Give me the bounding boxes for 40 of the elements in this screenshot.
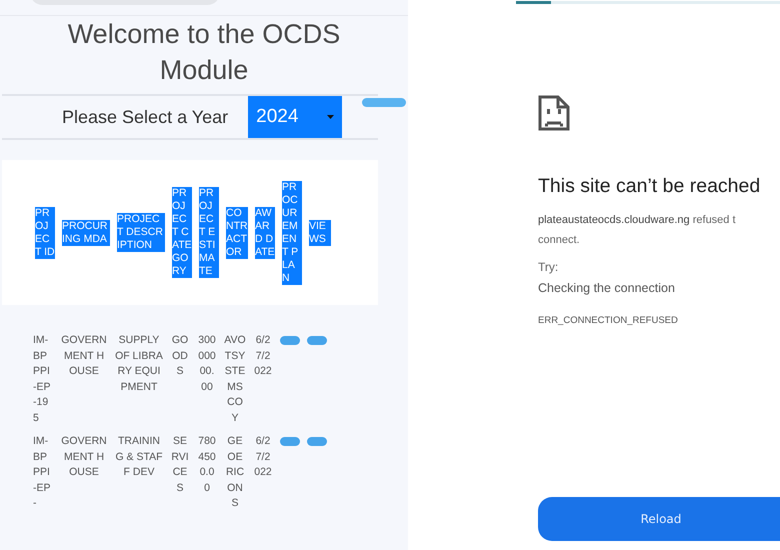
table-cell-text: GEOERICONS [224, 434, 246, 511]
error-heading: This site can’t be reached [538, 175, 760, 198]
view-button[interactable] [307, 336, 327, 345]
error-code: ERR_CONNECTION_REFUSED [538, 315, 678, 326]
table-cell-text: IM-BPPPI-EP-195 [33, 333, 52, 426]
table-cell-text: 7804500.00 [197, 434, 217, 496]
table-cell-text: GOVERNMENT HOUSE [60, 434, 108, 480]
table-cell-text: SERVICES [170, 434, 190, 496]
view-button[interactable] [307, 437, 327, 446]
column-header: VIEWS [309, 220, 331, 246]
table-cell-text: IM-BPPPI-EP- [33, 434, 52, 511]
table-cell-text: GOVERNMENT HOUSE [60, 333, 108, 379]
caret-icon [327, 115, 334, 119]
column-header: AWARD DATE [255, 206, 275, 258]
table-cell-text: 30000000.00 [197, 333, 217, 394]
table-cell-text: SUPPLY OF LIBRARY EQUIPMENT [115, 333, 163, 394]
column-header: CONTRACTOR [226, 206, 248, 258]
pill-button[interactable] [362, 98, 406, 107]
column-header: PROJECT ID [35, 206, 55, 258]
column-header: PROCUREMENT PLAN [282, 180, 302, 284]
column-header: PROCURING MDA [62, 220, 110, 246]
try-label: Try: [538, 260, 558, 274]
column-header: PROJECT DESCRIPTION [117, 213, 165, 252]
error-message: connect. [538, 234, 580, 246]
year-label: Please Select a Year [62, 106, 228, 128]
table-cell-text: AVOTSYSTEMSCOY [224, 333, 246, 426]
sad-document-icon [538, 95, 570, 131]
table-cell-text: 6/27/2022 [253, 333, 273, 379]
suggestion-text: Checking the connection [538, 281, 675, 295]
table-cell-text: TRAINING & STAFF DEV [115, 434, 163, 480]
column-header: PROJECT CATEGORY [172, 187, 192, 278]
plan-button[interactable] [280, 336, 300, 345]
reload-button[interactable]: Reload [538, 497, 780, 541]
table-cell-text: 6/27/2022 [253, 434, 273, 480]
plan-button[interactable] [280, 437, 300, 446]
table-cell-text: GOODS [170, 333, 190, 379]
page-title: Welcome to the OCDS Module [66, 18, 342, 87]
error-message: plateaustateocds.cloudware.ng refused t [538, 214, 736, 226]
column-header: PROJECT ESTIMATE [199, 187, 219, 278]
year-select[interactable]: 2024 [248, 96, 342, 138]
